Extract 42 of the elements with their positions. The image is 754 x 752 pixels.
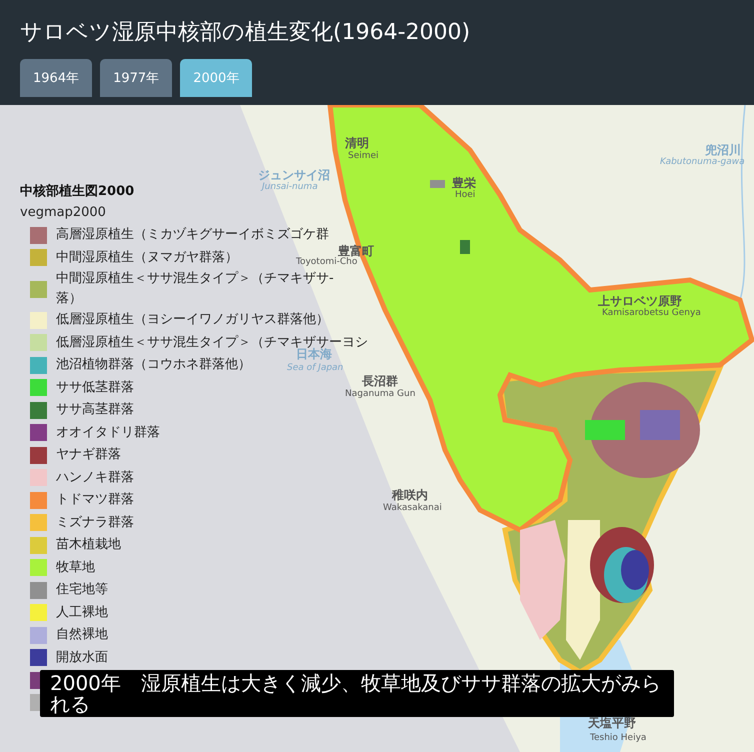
map-place-label: 日本海	[296, 347, 332, 363]
legend-label: ハンノキ群落	[56, 468, 134, 487]
map-place-label: ジュンサイ沼	[258, 167, 330, 182]
map-place-label: 上サロベツ原野	[598, 293, 682, 308]
map-place-label: Hoei	[455, 190, 476, 200]
map-place-label: Kamisarobetsu Genya	[602, 308, 701, 318]
map-place-label: Toyotomi-Cho	[296, 257, 358, 267]
map-place-label: Teshio Heiya	[590, 733, 646, 743]
legend-label: オオイタドリ群落	[56, 424, 160, 442]
map-place-label: 天塩平野	[588, 715, 636, 732]
legend-label: 人工裸地	[56, 604, 108, 622]
legend-label: ヤナギ群落	[56, 446, 121, 464]
map-place-label: 清明	[345, 135, 369, 151]
legend-label: 池沼植物群落（コウホネ群落他）	[56, 356, 251, 374]
legend-label: ササ低茎群落	[56, 378, 134, 397]
map-place-label: Naganuma Gun	[345, 389, 416, 399]
map-place-label: Seimei	[348, 151, 379, 161]
map-place-label: Junsai-numa	[262, 182, 318, 192]
map-place-label: Wakasakanai	[383, 503, 442, 513]
map-place-label: 豊栄	[452, 175, 476, 190]
legend-label: 牧草地	[56, 558, 95, 577]
legend-label: ササ高茎群落	[56, 401, 134, 420]
year-tab[interactable]: 1977年	[100, 59, 172, 97]
legend-label: トドマツ群落	[56, 491, 134, 510]
legend-label: 高層湿原植生（ミカヅキグサーイボミズゴケ群	[56, 226, 329, 244]
year-tab[interactable]: 1964年	[20, 59, 92, 97]
legend-label: 自然裸地	[56, 626, 108, 644]
page-title: サロベツ湿原中核部の植生変化(1964-2000)	[20, 19, 472, 47]
caption-text: 2000年 湿原植生は大きく減少、牧草地及びササ群落の拡大がみられる	[40, 670, 674, 717]
map-place-label: 長沼群	[362, 373, 398, 389]
map-place-label: Sea of Japan	[287, 363, 344, 373]
legend-label: 中間湿原植生＜ササ混生タイプ＞（チマキザサ- 落）	[56, 270, 334, 308]
legend-title: 中核部植生図2000	[20, 182, 134, 201]
legend-label: 苗木植栽地	[56, 536, 121, 554]
legend-label: 住宅地等	[56, 581, 108, 600]
legend-layer-name: vegmap2000	[20, 204, 106, 222]
legend-label: 低層湿原植生（ヨシーイワノガリヤス群落他）	[56, 311, 329, 330]
legend-label: 中間湿原植生（ヌマガヤ群落）	[56, 248, 238, 267]
legend-label: ミズナラ群落	[56, 514, 134, 532]
map-place-label: 稚咲内	[392, 487, 428, 503]
map-place-label: 兜沼川	[705, 142, 741, 157]
legend-label: 開放水面	[56, 648, 108, 667]
